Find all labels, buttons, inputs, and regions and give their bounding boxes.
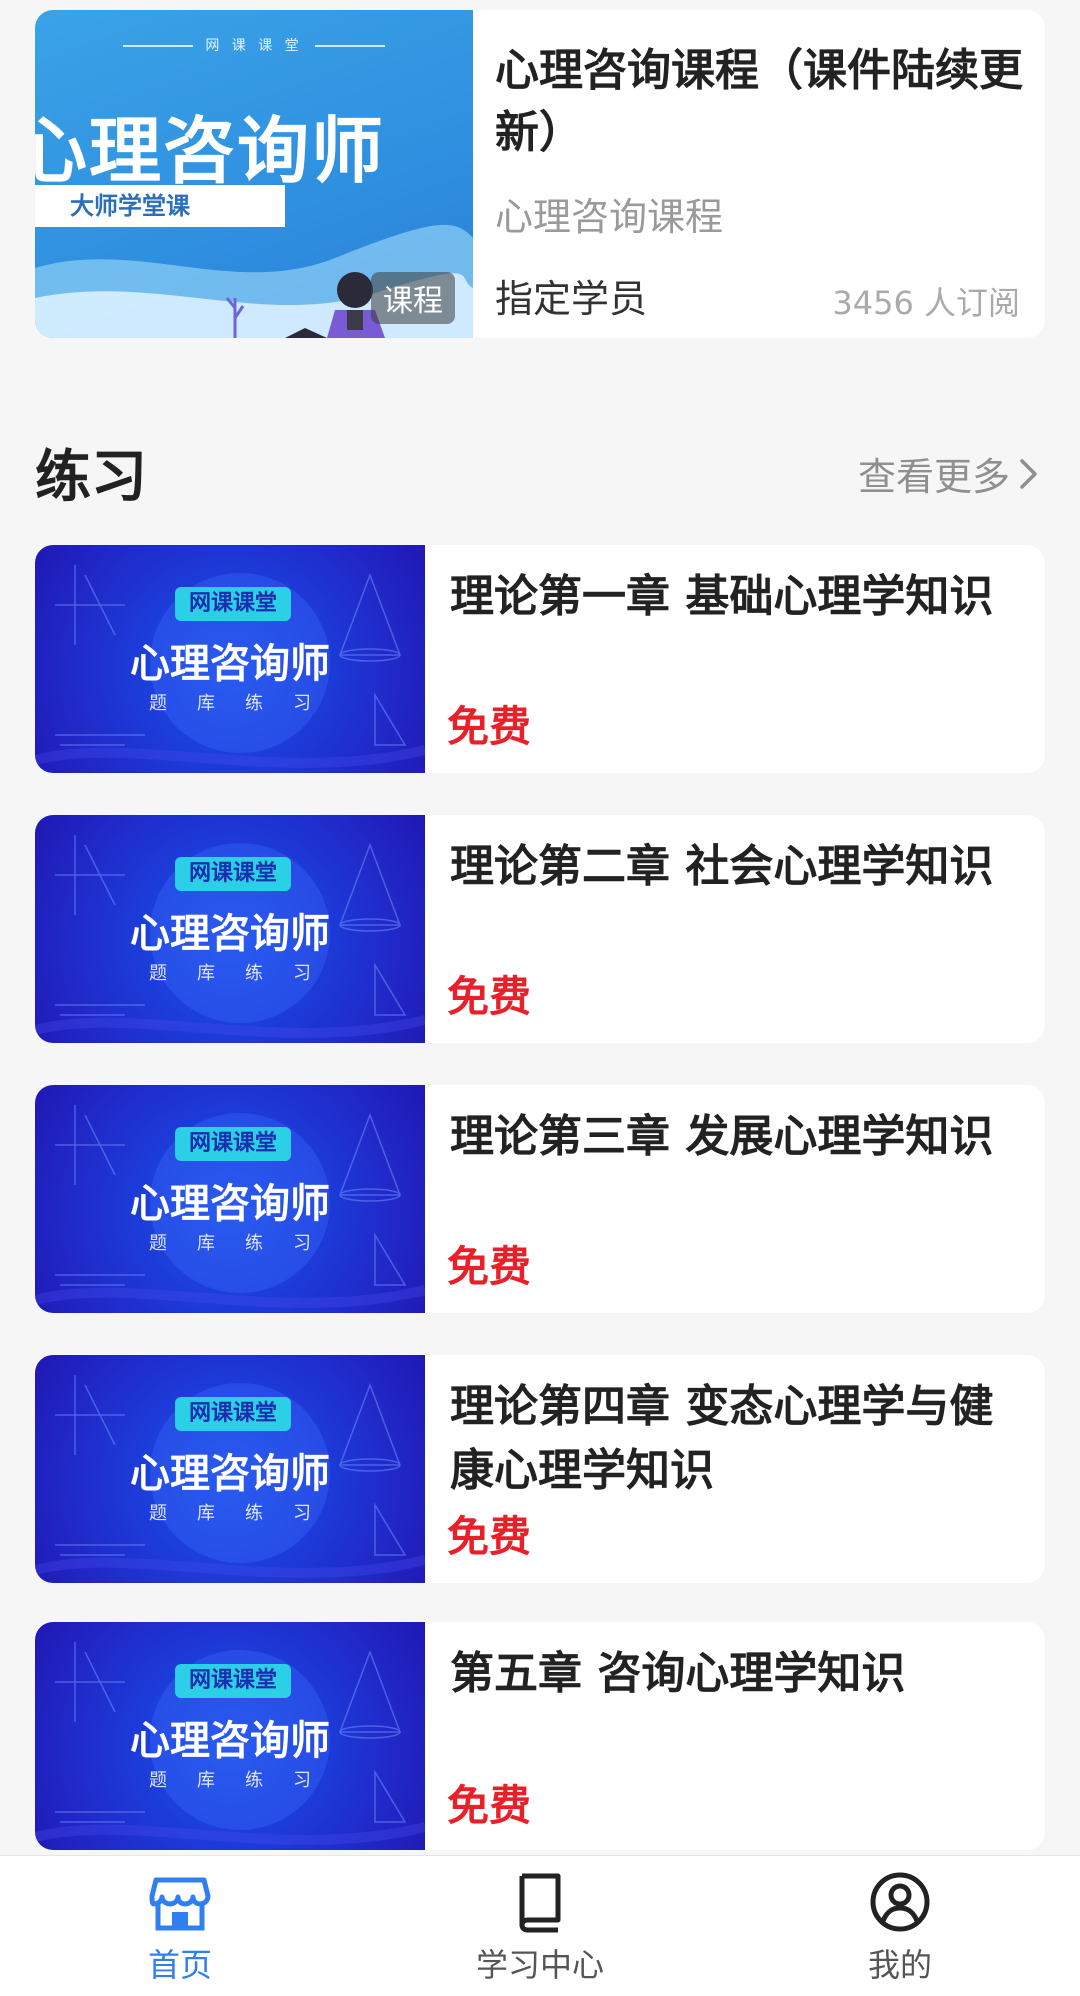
practice-item[interactable]: 网课课堂 心理咨询师 题库练习 理论第四章 变态心理学与健康心理学知识 免费 <box>35 1355 1045 1583</box>
store-icon <box>149 1877 211 1931</box>
price-label: 免费 <box>447 1781 532 1830</box>
course-subtitle: 心理咨询课程 <box>495 195 724 239</box>
thumb-sub-text: 题库练习 <box>149 1503 341 1524</box>
thumb-brand-label: 网课课堂 <box>175 857 292 891</box>
book-icon <box>519 1873 561 1933</box>
thumb-brand-label: 网课课堂 <box>175 1127 292 1161</box>
thumb-sub-text: 题库练习 <box>149 693 341 714</box>
practice-title: 理论第二章 社会心理学知识 <box>450 841 994 892</box>
bottom-tab-bar: 首页 学习中心 我的 <box>0 1855 1080 1996</box>
thumb-main-text: 心理咨询师 <box>130 1181 330 1227</box>
price-label: 免费 <box>447 972 532 1021</box>
thumb-sub-text: 题库练习 <box>149 1770 341 1791</box>
practice-item[interactable]: 网课课堂 心理咨询师 题库练习 理论第一章 基础心理学知识 免费 <box>35 545 1045 773</box>
practice-item[interactable]: 网课课堂 心理咨询师 题库练习 理论第二章 社会心理学知识 免费 <box>35 815 1045 1043</box>
user-icon <box>870 1872 930 1932</box>
thumb-main-text: 心理咨询师 <box>130 911 330 957</box>
course-title: 心理咨询课程（课件陆续更新） <box>495 45 1023 158</box>
thumb-main-text: 心理咨询师 <box>130 1718 330 1764</box>
practice-item[interactable]: 网课课堂 心理咨询师 题库练习 第五章 咨询心理学知识 免费 <box>35 1622 1045 1850</box>
chevron-right-icon <box>1020 458 1037 489</box>
thumb-brand-label: 网课课堂 <box>175 1664 292 1698</box>
course-audience: 指定学员 <box>495 277 648 321</box>
price-label: 免费 <box>447 702 532 751</box>
tab-profile[interactable]: 我的 <box>720 1856 1080 1996</box>
section-title: 练习 <box>35 445 147 510</box>
tab-label-study: 学习中心 <box>475 1946 604 1984</box>
practice-item[interactable]: 网课课堂 心理咨询师 题库练习 理论第三章 发展心理学知识 免费 <box>35 1085 1045 1313</box>
practice-thumbnail: 网课课堂心理咨询师题库练习 <box>35 1085 425 1313</box>
practice-title: 第五章 咨询心理学知识 <box>450 1648 906 1699</box>
thumb-brand-label: 网课课堂 <box>175 587 292 621</box>
thumb-sub-text: 题库练习 <box>149 1233 341 1254</box>
practice-thumbnail: 网课课堂心理咨询师题库练习 <box>35 1622 425 1850</box>
course-card[interactable]: 网 课 课 堂 心理咨询师 大师学堂课 课程 心理咨询课程（课件陆续更新） 心理… <box>35 10 1045 338</box>
practice-thumbnail: 网课课堂心理咨询师题库练习 <box>35 815 425 1043</box>
course-type-badge: 课程 <box>371 272 455 324</box>
thumb-top-text: 网 课 课 堂 <box>35 35 473 55</box>
tab-label-home: 首页 <box>147 1946 212 1984</box>
tab-home[interactable]: 首页 <box>0 1856 360 1996</box>
practice-title: 理论第一章 基础心理学知识 <box>450 571 994 622</box>
thumb-brand-label: 网课课堂 <box>175 1397 292 1431</box>
subscriber-count: 3456 人订阅 <box>832 284 1020 322</box>
practice-thumbnail: 网课课堂心理咨询师题库练习 <box>35 545 425 773</box>
thumb-main-text: 心理咨询师 <box>130 1451 330 1497</box>
thumb-main-text: 心理咨询师 <box>130 641 330 687</box>
tab-study-center[interactable]: 学习中心 <box>360 1856 720 1996</box>
practice-title: 理论第四章 变态心理学与健康心理学知识 <box>450 1381 994 1496</box>
see-more-label: 查看更多 <box>857 455 1010 499</box>
see-more-link[interactable]: 查看更多 <box>858 446 1040 501</box>
thumb-sub-text: 题库练习 <box>149 963 341 984</box>
course-thumbnail: 网 课 课 堂 心理咨询师 大师学堂课 课程 <box>35 10 473 338</box>
price-label: 免费 <box>447 1512 532 1561</box>
practice-title: 理论第三章 发展心理学知识 <box>450 1111 994 1162</box>
price-label: 免费 <box>447 1242 532 1291</box>
tab-label-profile: 我的 <box>867 1946 932 1984</box>
practice-thumbnail: 网课课堂心理咨询师题库练习 <box>35 1355 425 1583</box>
